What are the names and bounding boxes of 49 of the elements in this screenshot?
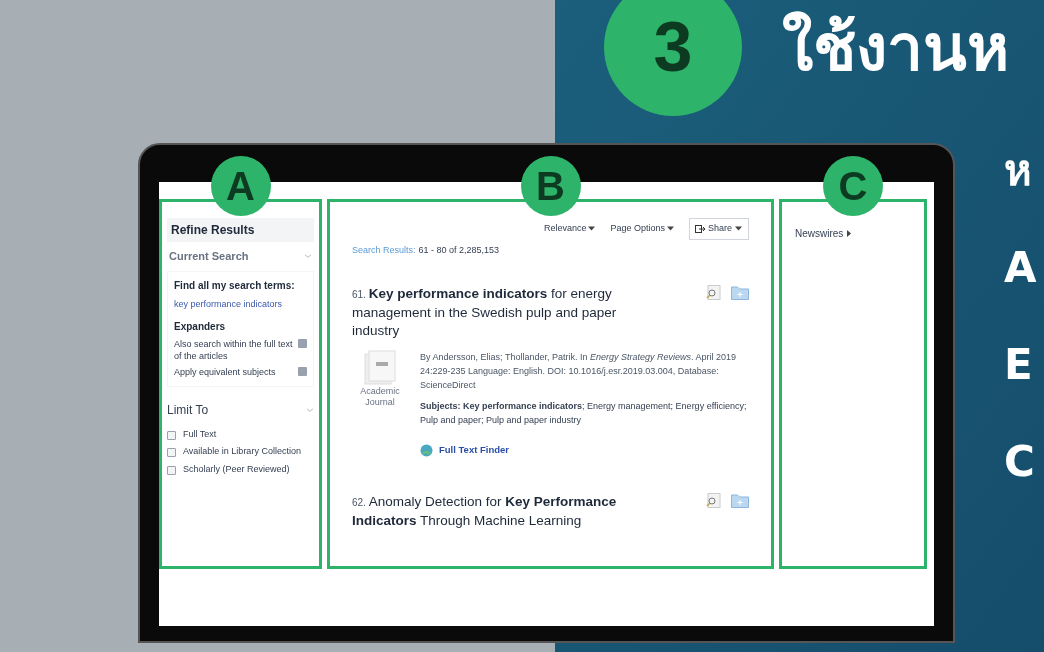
side-letter: C bbox=[1004, 441, 1036, 483]
share-button[interactable]: Share bbox=[688, 218, 749, 240]
filter-option[interactable]: Available in Library Collection bbox=[183, 446, 301, 458]
letter-badge: B bbox=[520, 156, 581, 216]
headline-text: ใช้งานห bbox=[782, 10, 1009, 87]
section-heading: Limit To bbox=[167, 402, 209, 419]
dropdown-menu[interactable]: Relevance bbox=[543, 222, 597, 236]
result-title[interactable]: 62. Anomaly Detection for Key Performance Indicators Through Machine Learning bbox=[352, 493, 662, 531]
letter-badge: C bbox=[823, 156, 883, 216]
expander-label: Also search within the full text of the articles bbox=[174, 339, 294, 362]
document-icon bbox=[363, 350, 397, 386]
dropdown-menu[interactable]: Page Options bbox=[610, 222, 675, 236]
section-heading: Current Search bbox=[169, 249, 249, 264]
newswires-link[interactable]: Newswires bbox=[795, 226, 853, 241]
letter-badge: A bbox=[210, 156, 271, 216]
card-heading: Find all my search terms: bbox=[174, 279, 296, 292]
checkbox[interactable] bbox=[167, 448, 176, 458]
preview-icon[interactable] bbox=[705, 285, 721, 300]
checkbox[interactable] bbox=[167, 431, 176, 440]
checkbox[interactable] bbox=[167, 465, 176, 475]
folder-icon[interactable] bbox=[731, 285, 749, 300]
finder-icon bbox=[420, 443, 433, 457]
preview-icon[interactable] bbox=[705, 493, 721, 509]
subjects-text: Subjects: Key performance indicators; Energy management; Energy efficiency; Pulp and paper; Pulp and paper industry bbox=[420, 400, 748, 427]
result-title[interactable]: 61. Key performance indicators for energy management in the Swedish pulp and paper industry bbox=[352, 285, 662, 340]
full-text-link[interactable]: Full Text Finder bbox=[439, 443, 510, 458]
chevron-icon bbox=[304, 253, 312, 259]
remove-icon[interactable] bbox=[298, 339, 307, 349]
search-terms-link[interactable]: key performance indicators bbox=[174, 299, 307, 311]
citation-text: By Andersson, Elias; Thollander, Patrik. In Energy Strategy Reviews. April 2019 24:229-235 Language: English. DOI: 10.1016/j.esr.2019.03.004, Database: ScienceDirect bbox=[420, 351, 737, 392]
card-heading: Expanders bbox=[174, 320, 227, 335]
chevron-icon bbox=[306, 407, 314, 413]
caret-icon bbox=[588, 225, 597, 233]
side-letter: E bbox=[1004, 344, 1034, 386]
filter-option[interactable]: Full Text bbox=[183, 429, 217, 441]
caret-right-icon bbox=[846, 230, 853, 237]
side-letter: A bbox=[1004, 247, 1037, 289]
remove-icon[interactable] bbox=[298, 366, 307, 376]
caret-icon bbox=[666, 225, 675, 233]
side-letter: ห bbox=[1004, 150, 1033, 192]
expander-label: Apply equivalent subjects bbox=[174, 366, 276, 378]
publication-type: Academic Journal bbox=[359, 386, 401, 409]
results-label: Search Results: bbox=[352, 243, 416, 257]
panel-title: Refine Results bbox=[167, 218, 314, 242]
share-icon bbox=[694, 224, 705, 233]
filter-option[interactable]: Scholarly (Peer Reviewed) bbox=[183, 463, 290, 475]
folder-icon[interactable] bbox=[731, 493, 749, 509]
results-count: 61 - 80 of 2,285,153 bbox=[418, 243, 500, 257]
caret-icon bbox=[735, 225, 743, 233]
